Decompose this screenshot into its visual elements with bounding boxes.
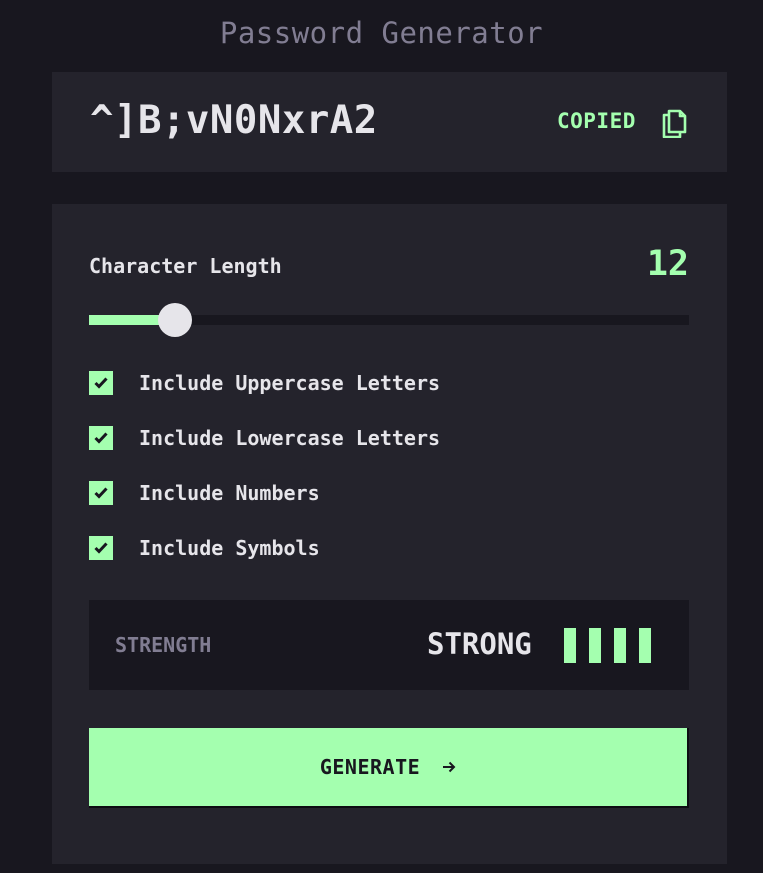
password-generator-app: Password Generator ^]B;vN0NxrA2 COPIED C… — [0, 0, 763, 873]
option-uppercase[interactable]: Include Uppercase Letters — [89, 370, 440, 396]
character-length-label: Character Length — [89, 254, 282, 278]
symbols-checkbox[interactable] — [89, 536, 113, 560]
arrow-right-icon — [443, 761, 456, 773]
strength-bar — [614, 628, 626, 663]
option-numbers[interactable]: Include Numbers — [89, 480, 320, 506]
options-panel: Character Length 12 Include Uppercase Le… — [52, 204, 727, 864]
strength-bar — [564, 628, 576, 663]
generated-password: ^]B;vN0NxrA2 — [90, 98, 378, 143]
checkmark-icon — [94, 377, 108, 389]
numbers-checkbox[interactable] — [89, 481, 113, 505]
strength-label: STRENGTH — [115, 633, 212, 657]
generate-button[interactable]: GENERATE — [89, 728, 689, 808]
character-length-value: 12 — [646, 244, 689, 284]
generate-label: GENERATE — [319, 755, 421, 779]
strength-value: STRONG — [427, 627, 532, 661]
slider-thumb[interactable] — [158, 303, 192, 337]
app-title: Password Generator — [219, 16, 544, 50]
numbers-label: Include Numbers — [139, 481, 320, 505]
length-slider[interactable] — [89, 303, 689, 337]
lowercase-label: Include Lowercase Letters — [139, 426, 441, 450]
uppercase-checkbox[interactable] — [89, 371, 113, 395]
option-lowercase[interactable]: Include Lowercase Letters — [89, 425, 440, 451]
copy-icon[interactable] — [660, 106, 690, 139]
symbols-label: Include Symbols — [139, 536, 320, 560]
checkmark-icon — [94, 432, 108, 444]
strength-meter: STRENGTH STRONG — [89, 600, 689, 690]
option-symbols[interactable]: Include Symbols — [89, 535, 320, 561]
lowercase-checkbox[interactable] — [89, 426, 113, 450]
checkmark-icon — [94, 542, 108, 554]
strength-bar — [589, 628, 601, 663]
strength-bar — [639, 628, 651, 663]
uppercase-label: Include Uppercase Letters — [139, 371, 441, 395]
checkmark-icon — [94, 487, 108, 499]
password-display-panel: ^]B;vN0NxrA2 COPIED — [52, 72, 727, 172]
copied-label: COPIED — [557, 109, 636, 133]
